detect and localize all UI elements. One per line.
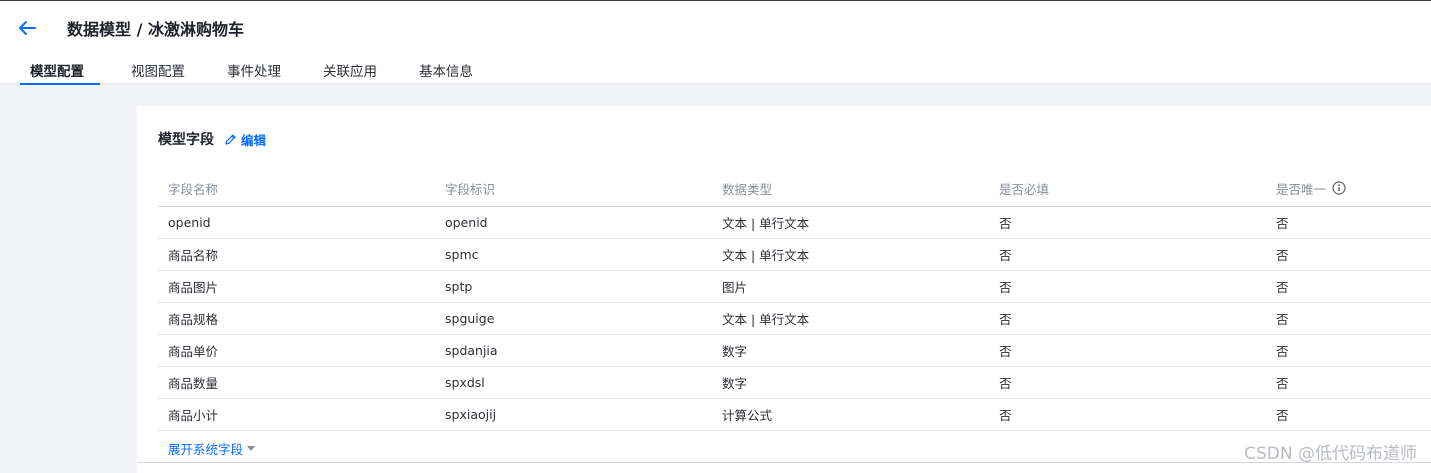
pencil-icon: [225, 134, 236, 145]
data-type-cell: 文本 | 单行文本: [722, 312, 810, 327]
column-header-unique-label: 是否唯一: [1276, 181, 1327, 197]
data-type-cell: 计算公式: [722, 408, 773, 423]
table-header-row: 字段名称 字段标识 数据类型 是否必填 是否唯一: [158, 170, 1431, 207]
page-header: 数据模型 / 冰激淋购物车 模型配置 视图配置 事件处理 关联应用 基本信息: [0, 1, 1431, 85]
field-name-cell: 商品小计: [168, 408, 219, 423]
field-name-cell: 商品图片: [168, 280, 219, 295]
data-type-cell: 文本 | 单行文本: [722, 248, 810, 263]
card-title: 模型字段: [158, 132, 214, 148]
caret-down-icon: [247, 446, 256, 451]
field-id-cell: spguige: [445, 311, 495, 326]
table-row: 商品数量 spxdsl 数字 否 否: [158, 367, 1431, 399]
unique-cell: 否: [1276, 344, 1289, 359]
data-type-cell: 数字: [722, 344, 748, 359]
field-id-cell: openid: [445, 215, 488, 230]
unique-cell: 否: [1276, 376, 1289, 391]
field-id-cell: sptp: [445, 279, 473, 294]
column-header-data-type: 数据类型: [722, 181, 773, 197]
required-cell: 否: [999, 280, 1012, 295]
field-id-cell: spxiaojij: [445, 407, 497, 422]
field-name-cell: 商品单价: [168, 344, 219, 359]
field-name-cell: openid: [168, 215, 211, 230]
tab-basic-info[interactable]: 基本信息: [419, 56, 473, 85]
edit-label: 编辑: [241, 132, 267, 148]
tab-event-handling[interactable]: 事件处理: [227, 56, 281, 85]
column-header-required: 是否必填: [999, 181, 1050, 197]
data-type-cell: 图片: [722, 280, 748, 295]
column-header-unique: 是否唯一: [1276, 170, 1346, 206]
card-header: 模型字段 编辑: [158, 129, 266, 149]
required-cell: 否: [999, 408, 1012, 423]
back-button[interactable]: [14, 15, 40, 41]
table-row: 商品图片 sptp 图片 否 否: [158, 271, 1431, 303]
tab-related-apps[interactable]: 关联应用: [323, 56, 377, 85]
required-cell: 否: [999, 216, 1012, 231]
tab-view-config[interactable]: 视图配置: [131, 56, 185, 85]
page-title: 数据模型 / 冰激淋购物车: [67, 20, 244, 39]
expand-system-fields-label: 展开系统字段: [168, 442, 244, 457]
model-fields-card: 模型字段 编辑 字段名称 字段标识 数据类型 是否必填 是否唯一 openid …: [137, 106, 1431, 473]
field-name-cell: 商品名称: [168, 248, 219, 263]
required-cell: 否: [999, 344, 1012, 359]
unique-cell: 否: [1276, 408, 1289, 423]
tab-model-config[interactable]: 模型配置: [20, 56, 100, 85]
tab-bar: 模型配置 视图配置 事件处理 关联应用 基本信息: [20, 56, 473, 85]
required-cell: 否: [999, 376, 1012, 391]
field-id-cell: spmc: [445, 247, 479, 262]
table-row: 商品小计 spxiaojij 计算公式 否 否: [158, 399, 1431, 431]
required-cell: 否: [999, 248, 1012, 263]
arrow-left-icon: [19, 21, 36, 35]
table-row: 商品单价 spdanjia 数字 否 否: [158, 335, 1431, 367]
data-type-cell: 文本 | 单行文本: [722, 216, 810, 231]
fields-table: 字段名称 字段标识 数据类型 是否必填 是否唯一 openid openid 文…: [158, 170, 1431, 431]
field-name-cell: 商品数量: [168, 376, 219, 391]
table-row: 商品名称 spmc 文本 | 单行文本 否 否: [158, 239, 1431, 271]
watermark: CSDN @低代码布道师: [1244, 444, 1417, 464]
unique-cell: 否: [1276, 280, 1289, 295]
table-row: 商品规格 spguige 文本 | 单行文本 否 否: [158, 303, 1431, 335]
unique-cell: 否: [1276, 248, 1289, 263]
required-cell: 否: [999, 312, 1012, 327]
field-id-cell: spdanjia: [445, 343, 498, 358]
edit-button[interactable]: 编辑: [224, 130, 266, 149]
table-row: openid openid 文本 | 单行文本 否 否: [158, 207, 1431, 239]
field-name-cell: 商品规格: [168, 312, 219, 327]
field-id-cell: spxdsl: [445, 375, 485, 390]
unique-cell: 否: [1276, 216, 1289, 231]
info-icon[interactable]: [1332, 181, 1346, 195]
data-type-cell: 数字: [722, 376, 748, 391]
column-header-field-name: 字段名称: [168, 181, 219, 197]
unique-cell: 否: [1276, 312, 1289, 327]
card-bottom-divider: [137, 462, 1431, 463]
column-header-field-id: 字段标识: [445, 181, 496, 197]
expand-system-fields-button[interactable]: 展开系统字段: [168, 439, 256, 458]
